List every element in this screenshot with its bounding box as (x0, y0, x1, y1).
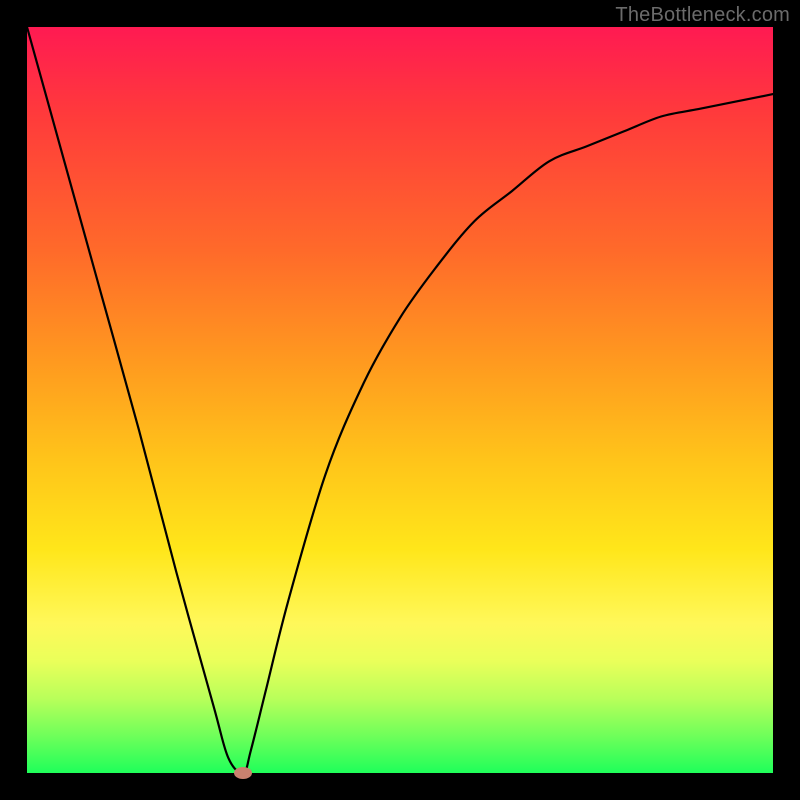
bottleneck-curve (27, 27, 773, 773)
chart-stage: TheBottleneck.com (0, 0, 800, 800)
watermark-label: TheBottleneck.com (615, 4, 790, 27)
optimum-marker (234, 767, 252, 779)
chart-plot-area (27, 27, 773, 773)
curve-svg (27, 27, 773, 773)
